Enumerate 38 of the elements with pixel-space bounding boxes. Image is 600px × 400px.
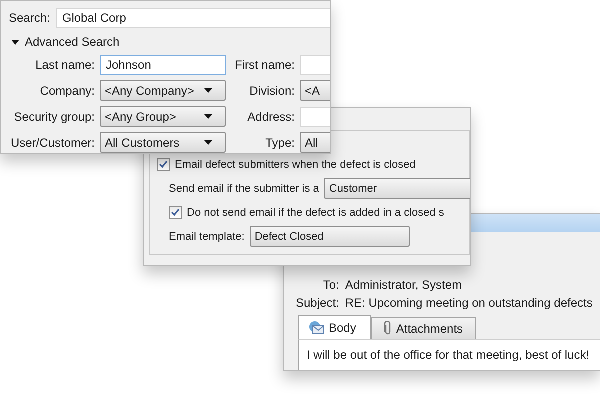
dropdown[interactable]: All xyxy=(300,132,330,153)
expand-arrow-icon xyxy=(11,38,20,46)
template-label: Email template: xyxy=(169,230,245,242)
envelope-icon xyxy=(309,320,325,334)
field-label: Division: xyxy=(248,84,295,98)
dropdown[interactable]: <Any Group> xyxy=(100,106,226,127)
search-label: Search: xyxy=(9,11,50,25)
caret-icon xyxy=(204,140,213,145)
field-label: Last name: xyxy=(34,58,95,72)
field-label: First name: xyxy=(234,58,295,72)
to-value: Administrator, System xyxy=(345,278,464,292)
submitter-dropdown[interactable]: Customer xyxy=(324,178,470,199)
text-field[interactable]: Johnson xyxy=(100,55,226,75)
message-body-field[interactable]: I will be out of the office for that meeting, best of luck! xyxy=(298,339,600,370)
subject-value: RE: Upcoming meeting on outstanding defects xyxy=(345,296,594,310)
field-label: Address: xyxy=(246,110,295,124)
field-label: Company: xyxy=(39,84,95,98)
subject-label: Subject: xyxy=(296,296,340,310)
field-label: Type: xyxy=(264,136,295,150)
caret-icon xyxy=(204,114,213,119)
tab[interactable]: Body xyxy=(298,315,372,339)
dropdown[interactable]: All Customers xyxy=(100,132,226,153)
dropdown[interactable]: <A xyxy=(300,80,330,101)
tab[interactable]: Attachments xyxy=(371,317,476,339)
field-label: User/Customer: xyxy=(10,136,95,150)
field-label: Security group: xyxy=(13,110,95,124)
advanced-search-toggle[interactable]: Advanced Search xyxy=(9,35,120,49)
checkbox-label: Do not send email if the defect is added in a closed s xyxy=(187,206,444,218)
dropdown[interactable]: <Any Company> xyxy=(100,80,226,101)
checkbox[interactable] xyxy=(169,206,182,219)
paperclip-icon xyxy=(384,321,392,336)
to-label: To: xyxy=(322,278,340,292)
submitter-label: Send email if the submitter is a xyxy=(169,182,320,194)
checkbox[interactable] xyxy=(157,158,170,171)
caret-icon xyxy=(204,88,213,93)
checkbox-label: Email defect submitters when the defect is closed xyxy=(175,158,416,170)
search-field[interactable]: Global Corp xyxy=(56,8,330,28)
template-dropdown[interactable]: Defect Closed xyxy=(250,226,410,247)
